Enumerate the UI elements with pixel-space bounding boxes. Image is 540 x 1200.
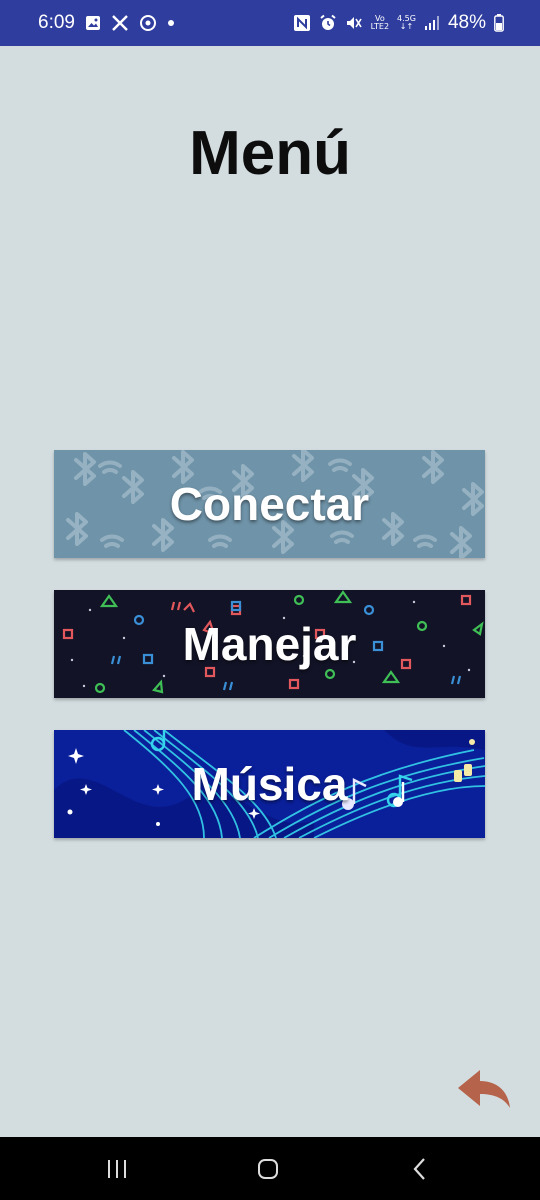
- manejar-button[interactable]: Manejar: [54, 590, 485, 698]
- nfc-icon: [293, 14, 311, 32]
- page-title: Menú: [189, 119, 351, 188]
- system-nav-bar: [0, 1137, 540, 1200]
- status-bar: 6:09 Vo LTE2 4.5G ↓↑ 48%: [0, 0, 540, 46]
- alarm-icon: [319, 14, 337, 32]
- conectar-button[interactable]: Conectar: [54, 450, 485, 558]
- back-arrow-button[interactable]: [456, 1066, 512, 1112]
- home-button[interactable]: [228, 1137, 308, 1200]
- gallery-icon: [85, 15, 101, 31]
- back-arrow-icon: [458, 1070, 510, 1108]
- battery-percent: 48%: [447, 12, 486, 33]
- manejar-label: Manejar: [182, 618, 357, 670]
- musica-label: Música: [191, 758, 348, 810]
- recents-button[interactable]: [77, 1137, 157, 1200]
- status-bar-right: Vo LTE2 4.5G ↓↑ 48%: [293, 0, 504, 46]
- recents-icon: [108, 1159, 126, 1178]
- status-time: 6:09: [38, 12, 75, 33]
- musica-button[interactable]: Música: [54, 730, 485, 838]
- data-arrows-label: ↓↑: [399, 22, 414, 31]
- home-icon: [258, 1158, 278, 1179]
- mute-icon: [345, 14, 363, 32]
- network-bottom-label: LTE2: [370, 22, 390, 31]
- dot-icon: [167, 19, 175, 27]
- network-icon: Vo LTE2: [371, 15, 389, 31]
- x-app-icon: [111, 14, 129, 32]
- status-bar-left: 6:09: [38, 0, 175, 46]
- battery-icon: [494, 14, 504, 32]
- back-icon: [413, 1157, 425, 1180]
- system-back-button[interactable]: [380, 1137, 460, 1200]
- signal-icon: [424, 15, 440, 31]
- conectar-label: Conectar: [169, 478, 370, 530]
- sync-icon: [139, 14, 157, 32]
- network-gen-icon: 4.5G ↓↑: [397, 15, 416, 31]
